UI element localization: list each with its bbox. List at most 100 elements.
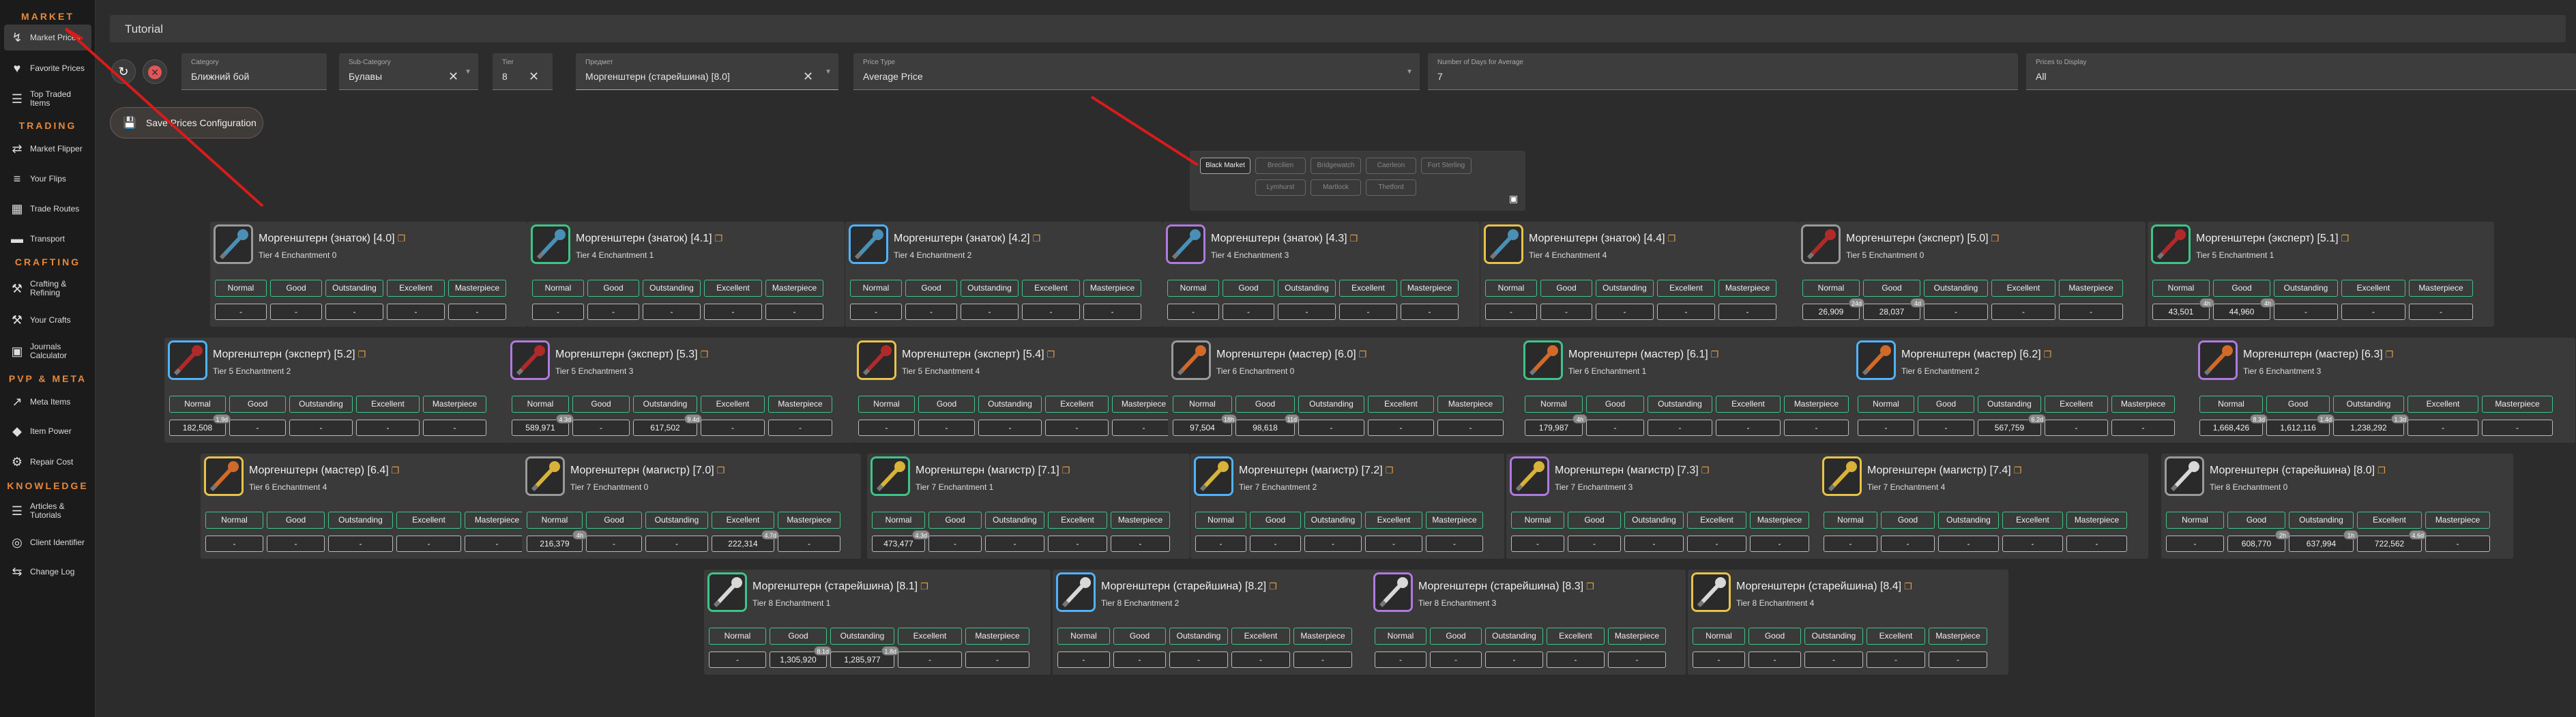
price-outstanding[interactable]: -	[1938, 536, 1999, 552]
price-excellent[interactable]: -	[2341, 304, 2405, 320]
sidebar-item-transport[interactable]: ▬ Transport	[4, 226, 91, 252]
copy-icon[interactable]: ❐	[715, 233, 723, 244]
price-masterpiece[interactable]: -	[1608, 652, 1666, 668]
price-normal[interactable]: -	[1858, 420, 1914, 436]
location-black-market-button[interactable]: Black Market	[1200, 158, 1250, 174]
price-good[interactable]: -	[267, 536, 325, 552]
location-caerleon-button[interactable]: Caerleon	[1366, 158, 1416, 174]
price-outstanding[interactable]: -	[328, 536, 393, 552]
price-masterpiece[interactable]: -	[1111, 536, 1170, 552]
price-masterpiece[interactable]: -	[1718, 304, 1776, 320]
price-excellent[interactable]: -	[1045, 420, 1109, 436]
price-excellent[interactable]: -	[396, 536, 461, 552]
price-normal[interactable]: 473,477 4.3d	[872, 530, 930, 552]
price-good[interactable]: 1,612,116 1.4d	[2266, 414, 2334, 436]
item-thumbnail[interactable]	[1822, 456, 1862, 496]
price-outstanding[interactable]: -	[643, 304, 701, 320]
item-thumbnail[interactable]	[1801, 224, 1841, 264]
clear-tier-icon[interactable]: ✕	[529, 70, 539, 84]
sidebar-item-meta-items[interactable]: ↗ Meta Items	[4, 389, 91, 415]
price-outstanding[interactable]: -	[325, 304, 383, 320]
item-thumbnail[interactable]	[857, 340, 896, 380]
item-thumbnail[interactable]	[531, 224, 570, 264]
price-good[interactable]: -	[1430, 652, 1482, 668]
sidebar-item-your-flips[interactable]: ≡ Your Flips	[4, 166, 91, 192]
sidebar-item-your-crafts[interactable]: ⚒ Your Crafts	[4, 307, 91, 333]
clear-subcategory-icon[interactable]: ✕	[448, 70, 458, 84]
location-brecilien-button[interactable]: Brecilien	[1255, 158, 1306, 174]
item-thumbnail[interactable]	[1171, 340, 1211, 380]
price-normal[interactable]: -	[1824, 536, 1877, 552]
copy-icon[interactable]: ❐	[1386, 465, 1394, 475]
item-thumbnail[interactable]	[1056, 572, 1096, 612]
copy-icon[interactable]: ❐	[1668, 233, 1676, 244]
price-normal[interactable]: -	[532, 304, 584, 320]
price-good[interactable]: -	[905, 304, 957, 320]
item-thumbnail[interactable]	[510, 340, 550, 380]
price-excellent[interactable]: -	[356, 420, 420, 436]
item-thumbnail[interactable]	[1166, 224, 1205, 264]
item-select[interactable]: Предмет Моргенштерн (старейшина) [8.0] ✕…	[576, 53, 838, 90]
price-normal[interactable]: -	[858, 420, 915, 436]
tutorial-bar[interactable]: Tutorial	[110, 15, 2566, 42]
sidebar-item-market-flipper[interactable]: ⇄ Market Flipper	[4, 136, 91, 162]
price-outstanding[interactable]: -	[1804, 652, 1863, 668]
price-excellent[interactable]: -	[2002, 536, 2063, 552]
price-masterpiece[interactable]: -	[1929, 652, 1987, 668]
location-lymhurst-button[interactable]: Lymhurst	[1255, 179, 1306, 196]
location-martlock-button[interactable]: Martlock	[1311, 179, 1361, 196]
item-thumbnail[interactable]	[2198, 340, 2238, 380]
price-outstanding[interactable]: -	[1485, 652, 1543, 668]
price-masterpiece[interactable]: -	[1401, 304, 1459, 320]
price-normal[interactable]: 1,668,426 8.3d	[2199, 414, 2268, 436]
price-normal[interactable]: -	[1485, 304, 1537, 320]
price-good[interactable]: 98,618 11d	[1235, 414, 1300, 436]
price-outstanding[interactable]: -	[1924, 304, 1988, 320]
copy-icon[interactable]: ❐	[1904, 581, 1912, 591]
item-thumbnail[interactable]	[525, 456, 565, 496]
price-good[interactable]: -	[1748, 652, 1801, 668]
copy-icon[interactable]: ❐	[1359, 349, 1367, 360]
copy-icon[interactable]: ❐	[1033, 233, 1041, 244]
price-excellent[interactable]: -	[1365, 536, 1422, 552]
price-normal[interactable]: -	[709, 652, 766, 668]
copy-icon[interactable]: ❐	[2386, 349, 2394, 360]
copy-icon[interactable]: ❐	[398, 233, 406, 244]
price-normal[interactable]: 589,971 4.3d	[512, 414, 574, 436]
price-outstanding[interactable]: 567,759 6.2d	[1978, 414, 2046, 436]
price-excellent[interactable]: -	[898, 652, 962, 668]
price-good[interactable]: -	[1223, 304, 1274, 320]
category-select[interactable]: Category Ближний бой ✕	[181, 53, 390, 90]
price-excellent[interactable]: -	[701, 420, 765, 436]
price-outstanding[interactable]: -	[1304, 536, 1362, 552]
price-normal[interactable]: -	[1195, 536, 1246, 552]
price-masterpiece[interactable]: -	[765, 304, 823, 320]
price-masterpiece[interactable]: -	[1426, 536, 1483, 552]
sidebar-item-journals-calculator[interactable]: ▣ Journals Calculator	[4, 338, 91, 364]
price-outstanding[interactable]: -	[1624, 536, 1684, 552]
copy-icon[interactable]: ❐	[1586, 581, 1594, 591]
price-outstanding[interactable]: -	[1298, 420, 1364, 436]
price-excellent[interactable]: -	[1716, 420, 1781, 436]
item-thumbnail[interactable]	[1691, 572, 1731, 612]
price-good[interactable]: -	[587, 304, 639, 320]
price-outstanding[interactable]: -	[1596, 304, 1654, 320]
days-input[interactable]: Number of Days for Average 7	[1428, 53, 2018, 90]
copy-icon[interactable]: ❐	[392, 465, 400, 475]
price-excellent[interactable]: -	[387, 304, 445, 320]
price-excellent[interactable]: -	[1339, 304, 1397, 320]
price-masterpiece[interactable]: -	[1750, 536, 1809, 552]
item-thumbnail[interactable]	[214, 224, 253, 264]
price-outstanding[interactable]: -	[1648, 420, 1712, 436]
price-masterpiece[interactable]: -	[448, 304, 506, 320]
save-prices-config-button[interactable]: 💾 Save Prices Configuration	[110, 107, 263, 138]
price-normal[interactable]: -	[1375, 652, 1426, 668]
copy-icon[interactable]: ❐	[2377, 465, 2386, 475]
subcategory-select[interactable]: Sub-Category Булавы ✕ ▼	[339, 53, 478, 90]
price-excellent[interactable]: -	[1687, 536, 1746, 552]
price-excellent[interactable]: -	[704, 304, 762, 320]
copy-icon[interactable]: ❐	[2341, 233, 2350, 244]
item-thumbnail[interactable]	[870, 456, 910, 496]
copy-icon[interactable]: ❐	[1269, 581, 1277, 591]
price-outstanding[interactable]: -	[1278, 304, 1336, 320]
